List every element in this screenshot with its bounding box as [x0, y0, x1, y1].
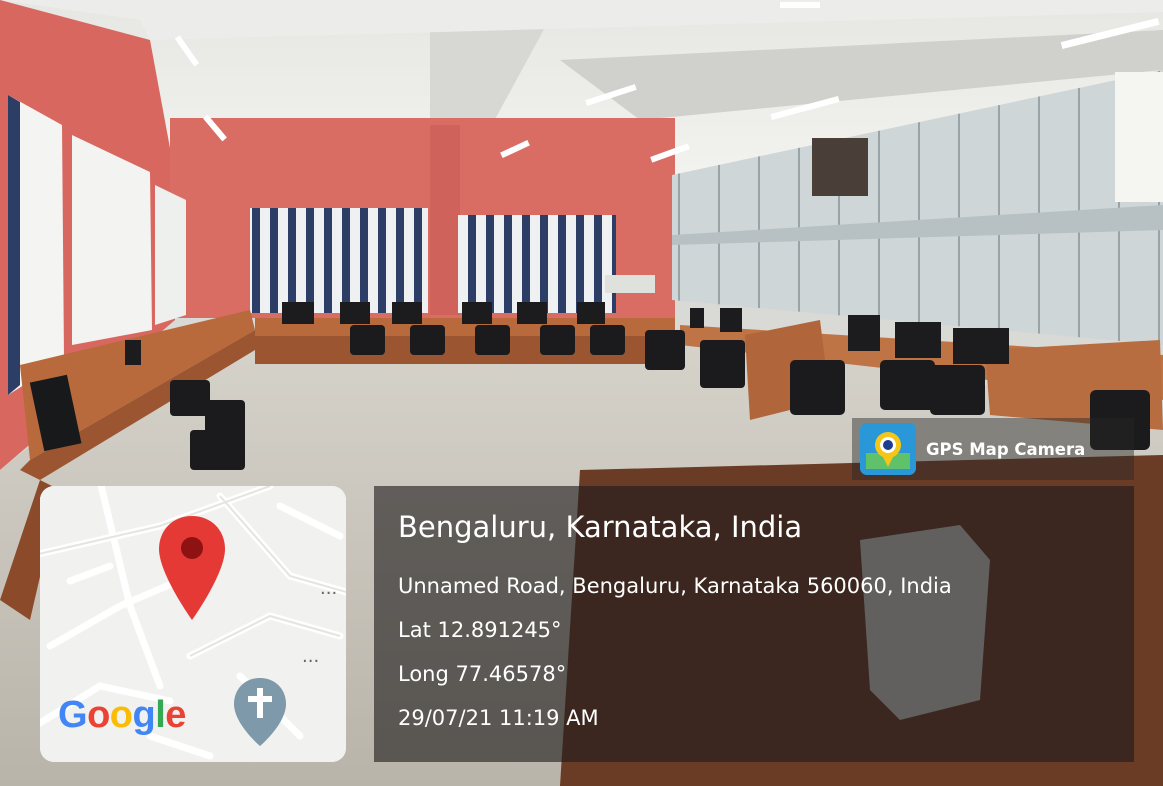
- ellipsis-icon[interactable]: ...: [320, 578, 337, 599]
- computer-lab-photo: GPS Map Camera ... ... Google Bengaluru,…: [0, 0, 1163, 786]
- latitude-text: Lat 12.891245°: [398, 618, 562, 642]
- google-logo-letter: o: [109, 694, 133, 736]
- google-logo-letter: e: [165, 694, 186, 736]
- back-window-blinds: [250, 208, 428, 313]
- back-window-blinds: [458, 215, 616, 313]
- longitude-text: Long 77.46578°: [398, 662, 567, 686]
- app-name: GPS Map Camera: [926, 439, 1086, 459]
- datetime-text: 29/07/21 11:19 AM: [398, 706, 599, 730]
- ellipsis-icon[interactable]: ...: [302, 646, 319, 667]
- location-title: Bengaluru, Karnataka, India: [398, 510, 803, 544]
- google-logo-letter: o: [87, 694, 110, 736]
- address-text: Unnamed Road, Bengaluru, Karnataka 56006…: [398, 574, 952, 598]
- google-logo-letter: g: [132, 694, 156, 736]
- map-thumbnail[interactable]: ... ... Google: [40, 486, 346, 762]
- google-logo-letter: G: [58, 694, 88, 736]
- google-logo-letter: l: [155, 694, 166, 736]
- left-window: [155, 185, 186, 325]
- app-badge: GPS Map Camera: [852, 418, 1134, 480]
- google-logo: Google: [58, 694, 186, 737]
- location-pin-icon: [159, 516, 225, 620]
- location-info-panel: Bengaluru, Karnataka, India Unnamed Road…: [374, 486, 1134, 762]
- gps-map-camera-icon: [860, 423, 916, 475]
- church-cross-icon: [234, 678, 286, 746]
